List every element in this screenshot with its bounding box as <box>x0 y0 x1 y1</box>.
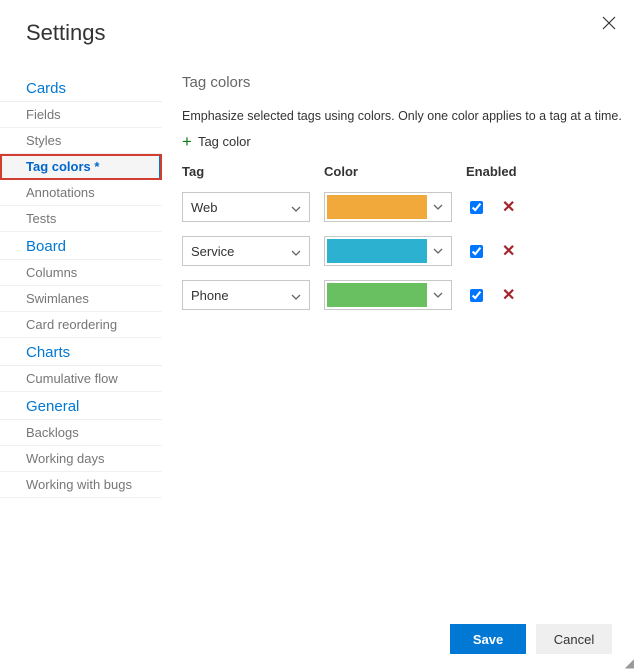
tag-select[interactable]: Web <box>182 192 310 222</box>
add-label: Tag color <box>198 134 251 149</box>
sidebar-item-tag-colors[interactable]: Tag colors * <box>0 154 162 180</box>
color-swatch <box>327 195 427 219</box>
color-select[interactable] <box>324 192 452 222</box>
panel-title: Tag colors <box>182 74 622 91</box>
cancel-button[interactable]: Cancel <box>536 624 612 654</box>
color-swatch <box>327 283 427 307</box>
sidebar-item-swimlanes[interactable]: Swimlanes <box>0 286 162 312</box>
chevron-down-icon <box>427 204 449 210</box>
chevron-down-icon <box>291 288 301 303</box>
page-title: Settings <box>0 0 636 54</box>
table-header: Tag Color Enabled <box>182 164 622 185</box>
chevron-down-icon <box>291 200 301 215</box>
tag-select[interactable]: Phone <box>182 280 310 310</box>
sidebar-item-working-with-bugs[interactable]: Working with bugs <box>0 472 162 498</box>
add-tag-color-button[interactable]: + Tag color <box>182 133 622 150</box>
color-select[interactable] <box>324 236 452 266</box>
plus-icon: + <box>182 133 192 150</box>
sidebar-section-board: Board <box>0 232 162 260</box>
color-swatch <box>327 239 427 263</box>
tag-select[interactable]: Service <box>182 236 310 266</box>
enabled-checkbox[interactable] <box>470 245 483 258</box>
chevron-down-icon <box>291 244 301 259</box>
col-color: Color <box>324 164 466 179</box>
save-button[interactable]: Save <box>450 624 526 654</box>
sidebar-item-working-days[interactable]: Working days <box>0 446 162 472</box>
sidebar-section-charts: Charts <box>0 338 162 366</box>
enabled-checkbox[interactable] <box>470 201 483 214</box>
delete-icon[interactable]: ✕ <box>502 285 515 305</box>
sidebar-item-card-reordering[interactable]: Card reordering <box>0 312 162 338</box>
main-panel: Tag colors Emphasize selected tags using… <box>162 54 636 498</box>
tag-select-value: Service <box>191 244 234 259</box>
chevron-down-icon <box>427 292 449 298</box>
delete-icon[interactable]: ✕ <box>502 241 515 261</box>
sidebar-section-cards: Cards <box>0 74 162 102</box>
col-tag: Tag <box>182 164 324 179</box>
sidebar-item-tests[interactable]: Tests <box>0 206 162 232</box>
table-row: Phone ✕ <box>182 273 622 317</box>
col-enabled: Enabled <box>466 164 528 179</box>
tag-select-value: Web <box>191 200 218 215</box>
sidebar-item-styles[interactable]: Styles <box>0 128 162 154</box>
sidebar: CardsFieldsStylesTag colors *Annotations… <box>0 54 162 498</box>
chevron-down-icon <box>427 248 449 254</box>
table-row: Service ✕ <box>182 229 622 273</box>
resize-grip-icon[interactable]: ◢ <box>625 656 634 670</box>
tag-select-value: Phone <box>191 288 229 303</box>
sidebar-item-fields[interactable]: Fields <box>0 102 162 128</box>
sidebar-item-annotations[interactable]: Annotations <box>0 180 162 206</box>
footer: Save Cancel <box>450 624 612 654</box>
panel-description: Emphasize selected tags using colors. On… <box>182 109 622 123</box>
sidebar-item-backlogs[interactable]: Backlogs <box>0 420 162 446</box>
sidebar-item-columns[interactable]: Columns <box>0 260 162 286</box>
color-select[interactable] <box>324 280 452 310</box>
enabled-checkbox[interactable] <box>470 289 483 302</box>
delete-icon[interactable]: ✕ <box>502 197 515 217</box>
sidebar-item-cumulative-flow[interactable]: Cumulative flow <box>0 366 162 392</box>
close-icon[interactable] <box>602 14 616 35</box>
table-row: Web ✕ <box>182 185 622 229</box>
sidebar-section-general: General <box>0 392 162 420</box>
